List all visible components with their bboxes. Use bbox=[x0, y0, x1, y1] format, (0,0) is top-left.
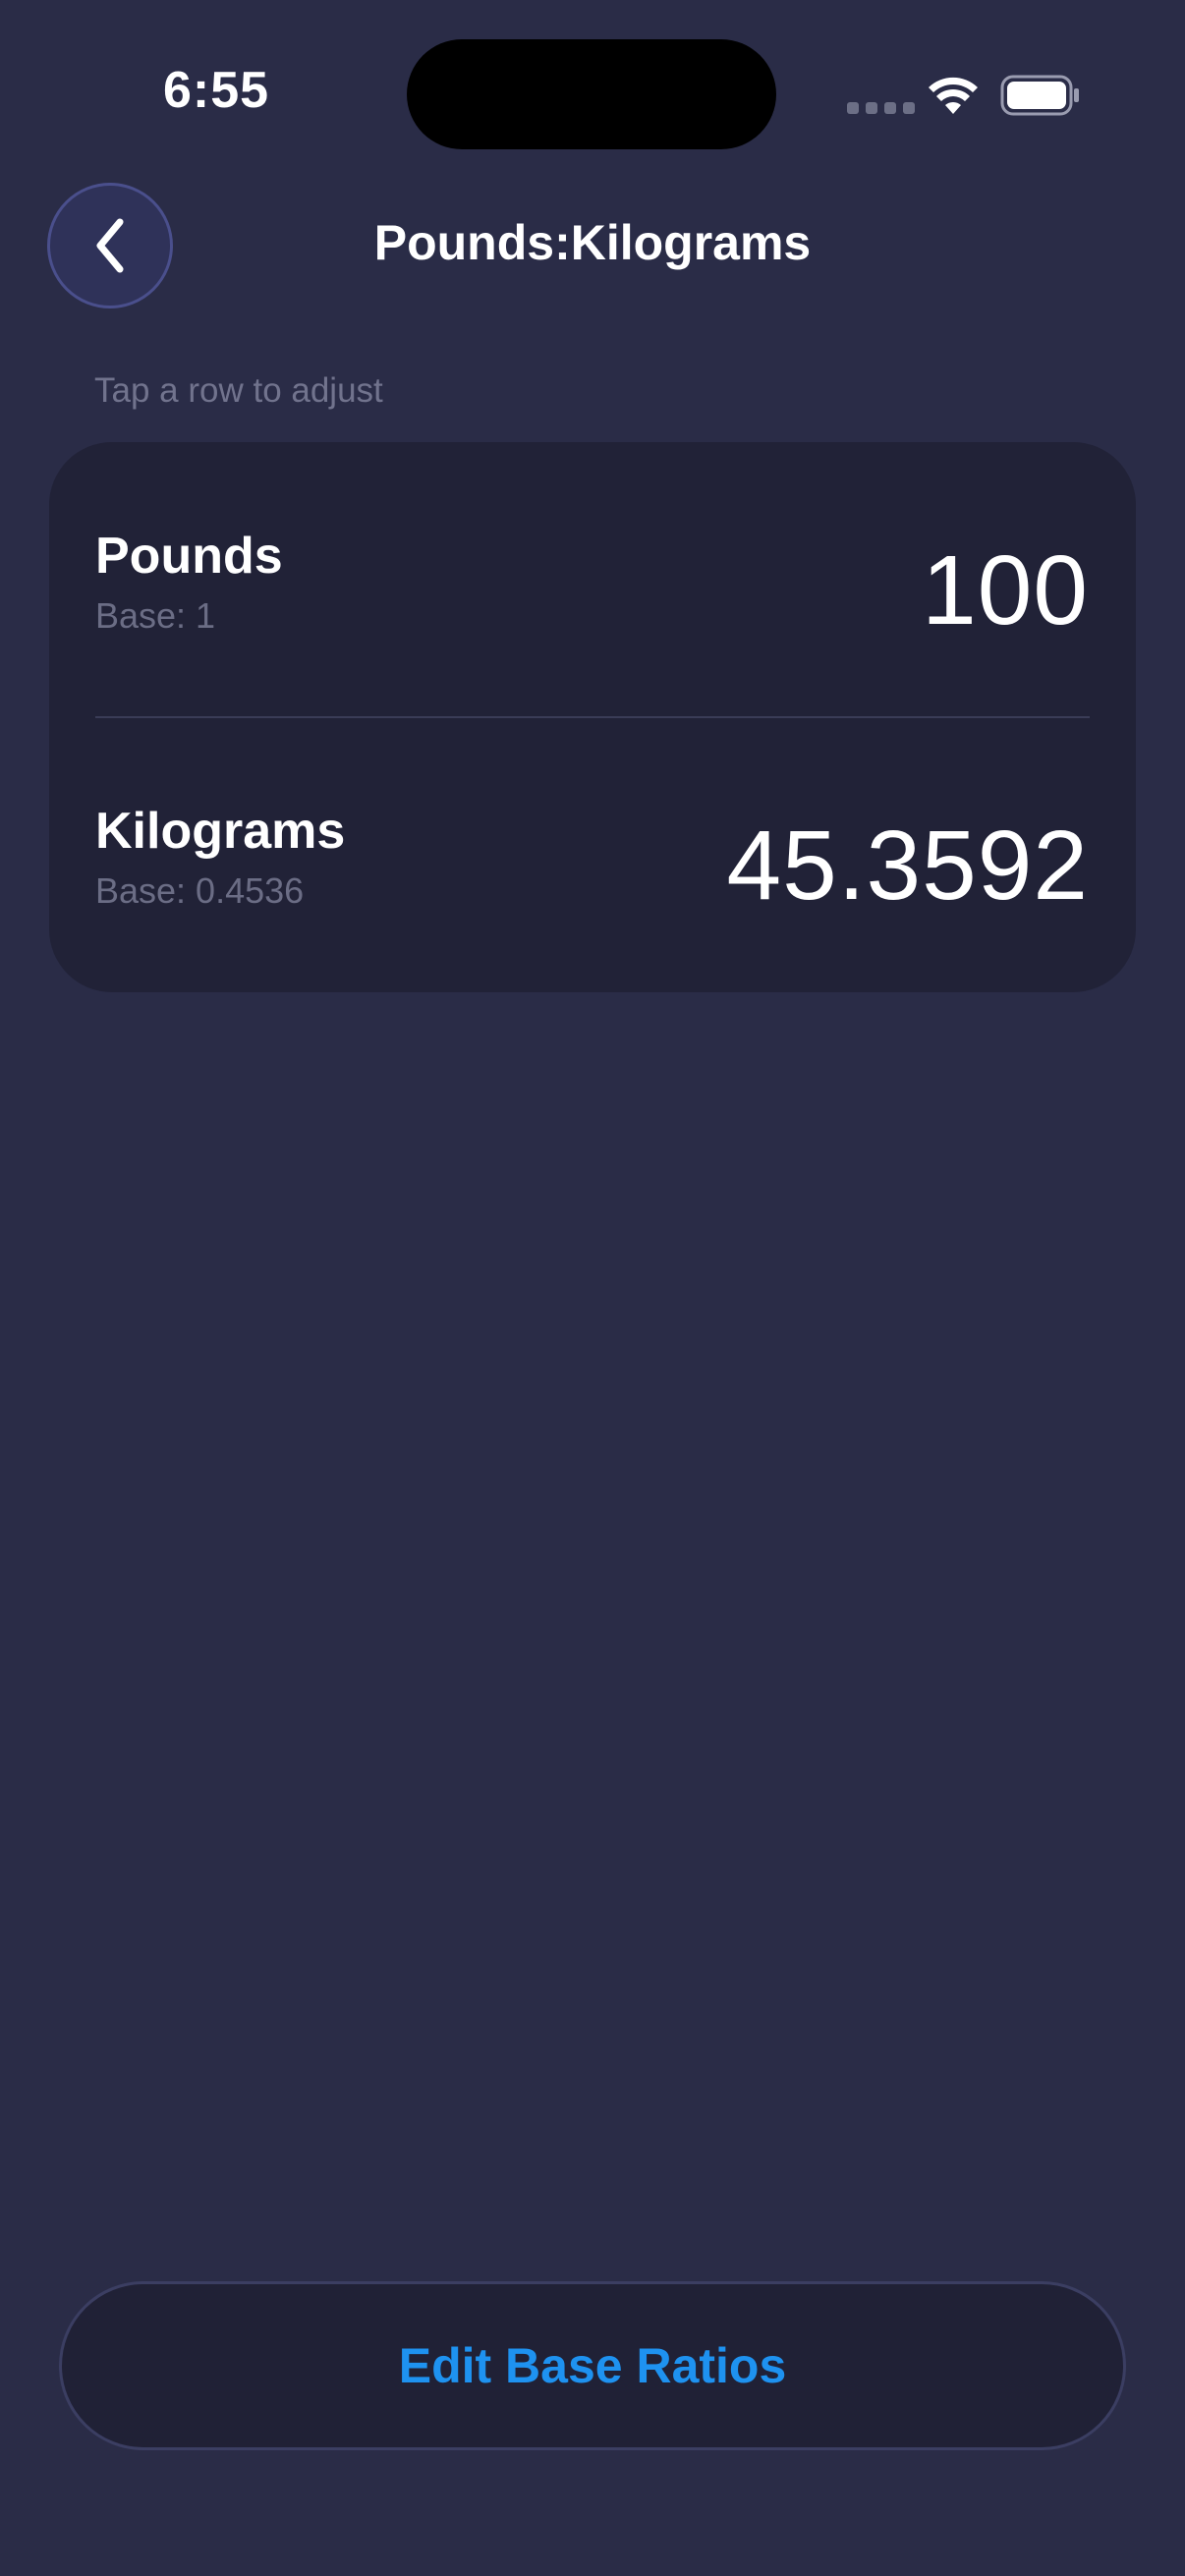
edit-base-ratios-button[interactable]: Edit Base Ratios bbox=[59, 2281, 1126, 2450]
conversion-row-kilograms[interactable]: Kilograms Base: 0.4536 45.3592 bbox=[49, 717, 1136, 990]
dynamic-island bbox=[407, 39, 776, 149]
row-value: 45.3592 bbox=[726, 811, 1089, 921]
page-title: Pounds:Kilograms bbox=[373, 215, 812, 270]
conversion-card: Pounds Base: 1 100 Kilograms Base: 0.453… bbox=[49, 442, 1136, 992]
row-unit-name: Pounds bbox=[95, 528, 283, 585]
row-base-ratio: Base: 0.4536 bbox=[95, 870, 305, 911]
row-value: 100 bbox=[922, 535, 1089, 645]
status-time: 6:55 bbox=[163, 62, 270, 119]
battery-icon bbox=[1000, 75, 1079, 116]
wifi-icon bbox=[929, 77, 978, 114]
row-unit-name: Kilograms bbox=[95, 803, 346, 860]
hint-text: Tap a row to adjust bbox=[94, 371, 383, 410]
conversion-row-pounds[interactable]: Pounds Base: 1 100 bbox=[49, 442, 1136, 715]
row-base-ratio: Base: 1 bbox=[95, 595, 216, 636]
cellular-signal-icon bbox=[847, 102, 915, 114]
